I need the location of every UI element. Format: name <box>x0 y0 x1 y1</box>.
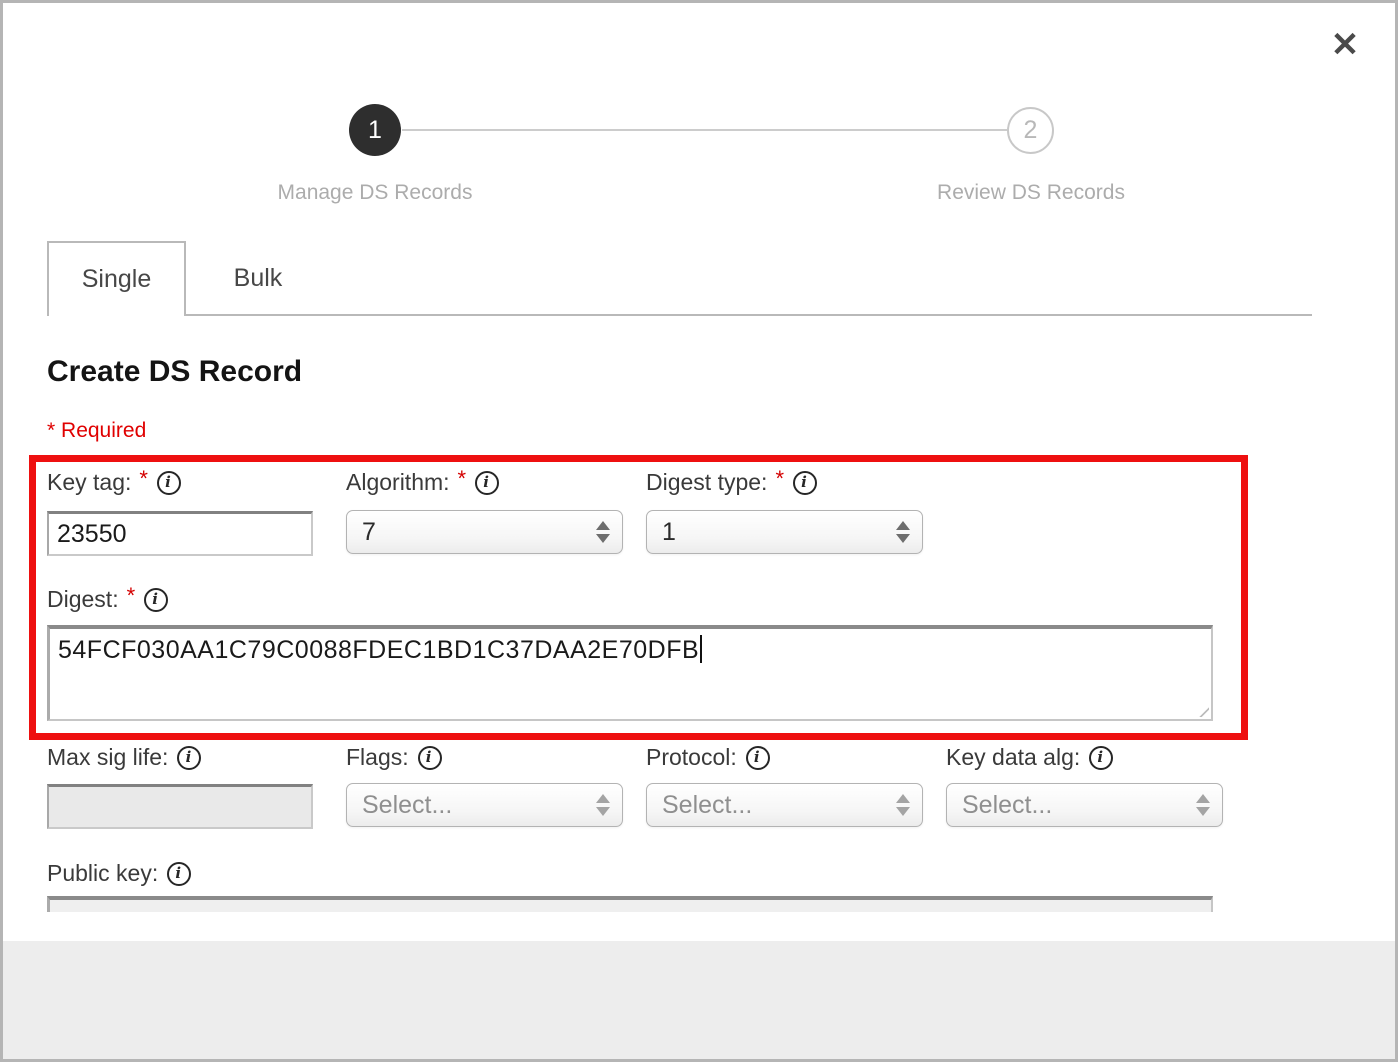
digest-type-label: Digest type: * i <box>646 469 817 496</box>
public-key-label-text: Public key: <box>47 860 158 887</box>
key-data-alg-label-text: Key data alg: <box>946 744 1080 771</box>
flags-select-value: Select... <box>362 791 596 820</box>
select-spinner-icon <box>596 794 610 816</box>
step-2-label: Review DS Records <box>881 181 1181 205</box>
required-asterisk: * <box>139 466 148 492</box>
footer-bar: Cancel Back Next <box>3 941 1395 1062</box>
tab-divider-line <box>186 314 1312 316</box>
tab-bulk-label: Bulk <box>234 264 283 293</box>
digest-textarea[interactable]: 54FCF030AA1C79C0088FDEC1BD1C37DAA2E70DFB <box>47 625 1213 721</box>
stepper-connector-line <box>402 129 1007 131</box>
required-asterisk: * <box>127 583 136 609</box>
required-note: * Required <box>47 419 146 443</box>
algorithm-select[interactable]: 7 <box>346 510 623 554</box>
key-tag-input[interactable] <box>47 511 313 556</box>
select-spinner-icon <box>896 521 910 543</box>
tab-single[interactable]: Single <box>47 241 186 316</box>
max-sig-life-label: Max sig life: i <box>47 744 201 771</box>
info-icon[interactable]: i <box>157 471 181 495</box>
key-data-alg-select[interactable]: Select... <box>946 783 1223 827</box>
algorithm-select-value: 7 <box>362 518 596 547</box>
stepper-step-2: 2 <box>1007 107 1054 154</box>
resize-grip-icon[interactable] <box>1192 700 1209 717</box>
flags-select[interactable]: Select... <box>346 783 623 827</box>
digest-value: 54FCF030AA1C79C0088FDEC1BD1C37DAA2E70DFB <box>58 636 699 664</box>
create-ds-record-dialog: ✕ 1 2 Manage DS Records Review DS Record… <box>0 0 1398 1062</box>
digest-label: Digest: * i <box>47 586 168 613</box>
info-icon[interactable]: i <box>746 746 770 770</box>
public-key-textarea[interactable] <box>47 896 1213 912</box>
info-icon[interactable]: i <box>144 588 168 612</box>
required-note-asterisk: * <box>47 419 55 442</box>
protocol-select-value: Select... <box>662 791 896 820</box>
algorithm-label: Algorithm: * i <box>346 469 499 496</box>
tab-bulk[interactable]: Bulk <box>188 243 328 314</box>
info-icon[interactable]: i <box>418 746 442 770</box>
key-tag-label: Key tag: * i <box>47 469 181 496</box>
info-icon[interactable]: i <box>793 471 817 495</box>
flags-label-text: Flags: <box>346 744 409 771</box>
protocol-select[interactable]: Select... <box>646 783 923 827</box>
tab-single-label: Single <box>82 265 152 294</box>
key-tag-label-text: Key tag: <box>47 469 131 496</box>
step-1-label: Manage DS Records <box>225 181 525 205</box>
info-icon[interactable]: i <box>177 746 201 770</box>
step-1-number: 1 <box>368 116 382 145</box>
close-icon[interactable]: ✕ <box>1323 23 1367 67</box>
digest-type-select-value: 1 <box>662 518 896 547</box>
select-spinner-icon <box>596 521 610 543</box>
info-icon[interactable]: i <box>475 471 499 495</box>
max-sig-life-label-text: Max sig life: <box>47 744 168 771</box>
stepper-step-1: 1 <box>349 104 401 156</box>
key-data-alg-select-value: Select... <box>962 791 1196 820</box>
public-key-label: Public key: i <box>47 860 191 887</box>
flags-label: Flags: i <box>346 744 442 771</box>
key-data-alg-label: Key data alg: i <box>946 744 1113 771</box>
info-icon[interactable]: i <box>1089 746 1113 770</box>
required-asterisk: * <box>775 466 784 492</box>
protocol-label-text: Protocol: <box>646 744 737 771</box>
info-icon[interactable]: i <box>167 862 191 886</box>
digest-type-label-text: Digest type: <box>646 469 767 496</box>
algorithm-label-text: Algorithm: <box>346 469 450 496</box>
required-note-text: Required <box>61 419 146 442</box>
protocol-label: Protocol: i <box>646 744 770 771</box>
max-sig-life-input[interactable] <box>47 784 313 829</box>
text-cursor <box>700 635 702 663</box>
digest-type-select[interactable]: 1 <box>646 510 923 554</box>
select-spinner-icon <box>896 794 910 816</box>
step-2-number: 2 <box>1024 116 1038 145</box>
select-spinner-icon <box>1196 794 1210 816</box>
digest-label-text: Digest: <box>47 586 119 613</box>
page-title: Create DS Record <box>47 355 302 389</box>
required-asterisk: * <box>458 466 467 492</box>
